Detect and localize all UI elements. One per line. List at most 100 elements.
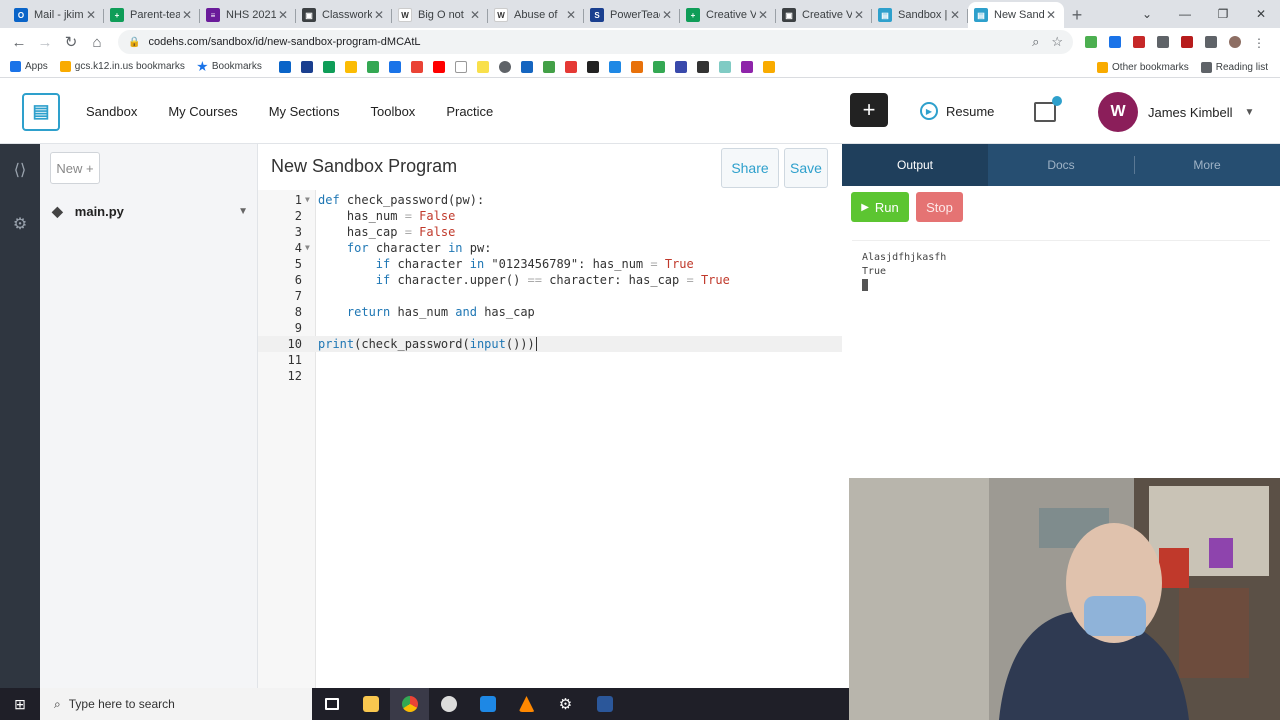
extension-icon[interactable]	[1157, 36, 1169, 48]
app-icon[interactable]	[429, 688, 468, 720]
resume-button[interactable]: ▶ Resume	[920, 102, 994, 120]
close-tab-icon[interactable]: ✕	[756, 8, 770, 22]
bookmark-icon[interactable]	[454, 60, 467, 73]
code-area[interactable]: 1 ▼ def check_password(pw): 2 has_num = Fa…	[258, 192, 842, 384]
bookmark-other[interactable]: Other bookmarks	[1097, 61, 1189, 73]
create-plus-button[interactable]: +	[850, 93, 888, 127]
bookmark-icon[interactable]	[410, 60, 423, 73]
reload-icon[interactable]: ↻	[58, 33, 84, 51]
close-tab-icon[interactable]: ✕	[276, 8, 290, 22]
bookmark-icon[interactable]	[498, 60, 511, 73]
close-tab-icon[interactable]: ✕	[948, 8, 962, 22]
taskbar-search[interactable]: ⌕ Type here to search	[40, 688, 312, 720]
star-icon[interactable]: ☆	[1051, 34, 1063, 50]
puzzle-icon[interactable]	[1205, 36, 1217, 48]
fold-arrow-icon[interactable]: ▼	[305, 240, 310, 256]
nav-toolbox[interactable]: Toolbox	[371, 104, 416, 119]
file-item-main-py[interactable]: ◆ main.py ▼	[40, 196, 258, 226]
bookmark-icon[interactable]	[388, 60, 401, 73]
close-window-icon[interactable]: ✕	[1242, 0, 1280, 28]
close-tab-icon[interactable]: ✕	[564, 8, 578, 22]
bookmark-icon[interactable]	[476, 60, 489, 73]
console-output[interactable]: Alasjdfhjkasfh True	[852, 240, 1270, 476]
codehs-logo[interactable]: ▤	[22, 92, 60, 131]
browser-tab[interactable]: S PowerTeac ✕	[584, 2, 680, 28]
nav-practice[interactable]: Practice	[446, 104, 493, 119]
bookmark-icon[interactable]	[586, 60, 599, 73]
bookmark-icon[interactable]	[740, 60, 753, 73]
file-explorer-icon[interactable]	[351, 688, 390, 720]
forward-icon[interactable]: →	[32, 34, 58, 51]
app-icon[interactable]	[468, 688, 507, 720]
browser-tab[interactable]: W Abuse of ✕	[488, 2, 584, 28]
word-icon[interactable]	[585, 688, 624, 720]
bookmark-icon[interactable]	[718, 60, 731, 73]
tab-more[interactable]: More	[1134, 144, 1280, 186]
zoom-icon[interactable]: ⌕	[1032, 34, 1039, 50]
browser-tab[interactable]: ▤ Sandbox | ✕	[872, 2, 968, 28]
browser-tab[interactable]: ▤ New Sand ✕	[968, 2, 1064, 28]
bookmark-icon[interactable]	[564, 60, 577, 73]
bookmark-icon[interactable]	[520, 60, 533, 73]
bookmark-icon[interactable]	[300, 60, 313, 73]
vlc-icon[interactable]	[507, 688, 546, 720]
browser-tab[interactable]: + Creative V ✕	[680, 2, 776, 28]
bookmark-bookmarks[interactable]: Bookmarks	[197, 61, 262, 72]
bookmark-icon[interactable]	[278, 60, 291, 73]
extension-icon[interactable]	[1133, 36, 1145, 48]
browser-tab[interactable]: O Mail - jkim ✕	[8, 2, 104, 28]
new-tab-button[interactable]: +	[1064, 2, 1090, 28]
restore-icon[interactable]: ❐	[1204, 0, 1242, 28]
notifications-icon[interactable]	[1034, 96, 1062, 122]
close-tab-icon[interactable]: ✕	[372, 8, 386, 22]
save-button[interactable]: Save	[784, 148, 828, 188]
close-tab-icon[interactable]: ✕	[468, 8, 482, 22]
tab-search-icon[interactable]: ⌄	[1128, 0, 1166, 28]
nav-my-courses[interactable]: My Courses	[168, 104, 237, 119]
stop-button[interactable]: Stop	[916, 192, 963, 222]
nav-sandbox[interactable]: Sandbox	[86, 104, 137, 119]
home-icon[interactable]: ⌂	[84, 34, 110, 51]
extension-icon[interactable]	[1109, 36, 1121, 48]
nav-my-sections[interactable]: My Sections	[269, 104, 340, 119]
console-input-cursor[interactable]	[862, 279, 1260, 293]
chevron-down-icon[interactable]: ▼	[238, 206, 248, 217]
task-view-icon[interactable]	[312, 688, 351, 720]
browser-tab[interactable]: W Big O not ✕	[392, 2, 488, 28]
settings-gear-icon[interactable]: ⚙	[13, 214, 27, 234]
new-file-button[interactable]: New +	[50, 152, 100, 184]
bookmark-icon[interactable]	[630, 60, 643, 73]
run-button[interactable]: ▶ Run	[851, 192, 909, 222]
close-tab-icon[interactable]: ✕	[852, 8, 866, 22]
settings-icon[interactable]: ⚙	[546, 688, 585, 720]
bookmark-icon[interactable]	[608, 60, 621, 73]
back-icon[interactable]: ←	[6, 34, 32, 51]
windows-start-icon[interactable]: ⊞	[0, 696, 40, 713]
share-button[interactable]: Share	[721, 148, 779, 188]
code-icon[interactable]: ⟨⟩	[14, 160, 26, 180]
bookmark-icon[interactable]	[322, 60, 335, 73]
bookmark-icon[interactable]	[696, 60, 709, 73]
browser-tab[interactable]: ▣ Creative V ✕	[776, 2, 872, 28]
bookmark-icon[interactable]	[762, 60, 775, 73]
bookmark-reading-list[interactable]: Reading list	[1200, 61, 1268, 73]
close-tab-icon[interactable]: ✕	[180, 8, 194, 22]
chrome-icon[interactable]	[390, 688, 429, 720]
bookmark-icon[interactable]	[432, 60, 445, 73]
address-bar[interactable]: 🔒 codehs.com/sandbox/id/new-sandbox-prog…	[118, 30, 1073, 54]
extension-icon[interactable]	[1085, 36, 1097, 48]
profile-avatar[interactable]	[1229, 36, 1241, 48]
menu-icon[interactable]: ⋮	[1253, 36, 1265, 50]
minimize-icon[interactable]: —	[1166, 0, 1204, 28]
close-tab-icon[interactable]: ✕	[660, 8, 674, 22]
extension-icon[interactable]	[1181, 36, 1193, 48]
browser-tab[interactable]: ≡ NHS 2021 ✕	[200, 2, 296, 28]
browser-tab[interactable]: ▣ Classwork ✕	[296, 2, 392, 28]
fold-arrow-icon[interactable]: ▼	[305, 192, 310, 208]
user-menu[interactable]: W James Kimbell ▼	[1098, 92, 1254, 132]
bookmark-gcs[interactable]: gcs.k12.in.us bookmarks	[59, 61, 185, 72]
bookmark-icon[interactable]	[674, 60, 687, 73]
bookmark-apps[interactable]: Apps	[10, 61, 48, 72]
tab-output[interactable]: Output	[842, 144, 988, 186]
bookmark-icon[interactable]	[366, 60, 379, 73]
